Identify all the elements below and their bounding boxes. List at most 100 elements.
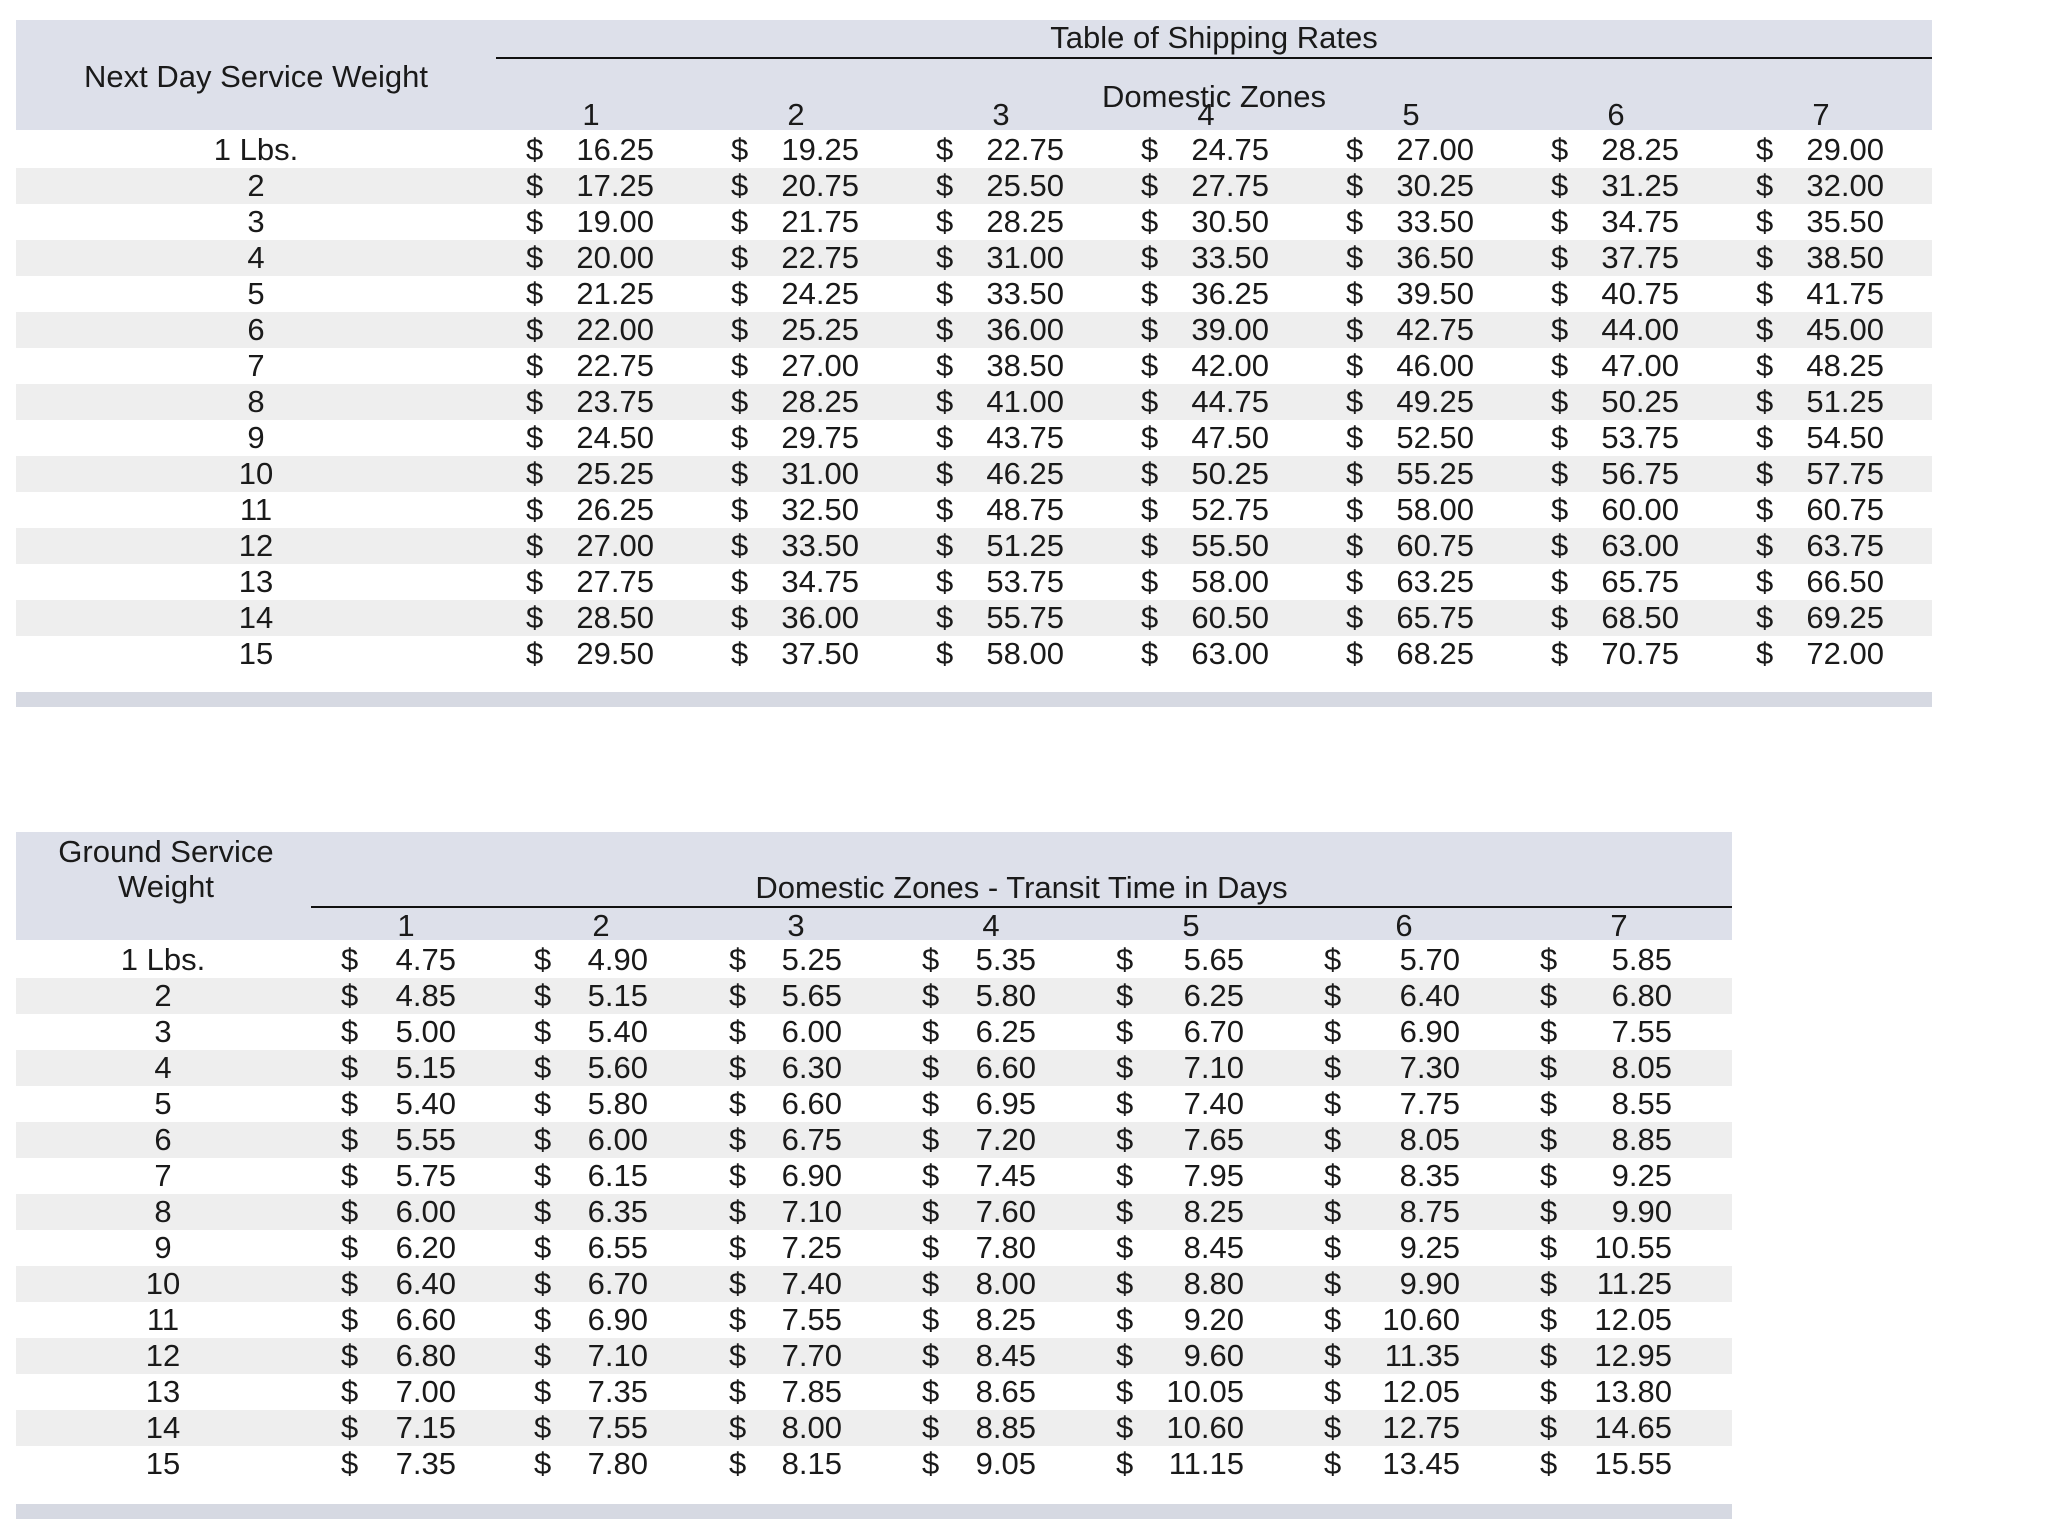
zone-header-1: 1 xyxy=(531,97,651,133)
rate-cell: 6.70 xyxy=(508,1266,648,1302)
rate-cell: 25.25 xyxy=(719,312,859,348)
rate-cell: 49.25 xyxy=(1334,384,1474,420)
rate-cell: 5.25 xyxy=(702,942,842,978)
rate-cell: 5.40 xyxy=(508,1014,648,1050)
weight-cell: 11 xyxy=(63,1302,263,1338)
rate-cell: 11.35 xyxy=(1320,1338,1460,1374)
zone-header-5: 5 xyxy=(1131,908,1251,944)
rate-cell: 6.40 xyxy=(1320,978,1460,1014)
zone-header-3: 3 xyxy=(941,97,1061,133)
rate-cell: 6.00 xyxy=(508,1122,648,1158)
rate-cell: 8.00 xyxy=(702,1410,842,1446)
rate-cell: 9.60 xyxy=(1104,1338,1244,1374)
zone-header-4: 4 xyxy=(1146,97,1266,133)
rate-cell: 8.55 xyxy=(1532,1086,1672,1122)
rate-cell: 5.00 xyxy=(316,1014,456,1050)
rate-cell: 20.00 xyxy=(514,240,654,276)
table-footer-bar xyxy=(16,1504,1732,1519)
rate-cell: 6.25 xyxy=(896,1014,1036,1050)
rate-cell: 34.75 xyxy=(719,564,859,600)
rate-cell: 7.80 xyxy=(896,1230,1036,1266)
weight-cell: 2 xyxy=(63,978,263,1014)
rate-cell: 12.95 xyxy=(1532,1338,1672,1374)
rate-cell: 55.75 xyxy=(924,600,1064,636)
ground-rates-table: Ground Service Weight Domestic Zones - T… xyxy=(16,832,1732,1522)
rate-cell: 8.05 xyxy=(1320,1122,1460,1158)
weight-cell: 8 xyxy=(156,384,356,420)
rate-cell: 28.50 xyxy=(514,600,654,636)
rate-cell: 55.50 xyxy=(1129,528,1269,564)
rate-cell: 7.55 xyxy=(702,1302,842,1338)
rate-cell: 9.25 xyxy=(1532,1158,1672,1194)
rate-cell: 4.90 xyxy=(508,942,648,978)
rate-cell: 65.75 xyxy=(1334,600,1474,636)
zone-header-2: 2 xyxy=(736,97,856,133)
zones-header: Domestic Zones - Transit Time in Days xyxy=(311,870,1732,906)
rate-cell: 9.20 xyxy=(1104,1302,1244,1338)
rate-cell: 5.15 xyxy=(508,978,648,1014)
rate-cell: 41.00 xyxy=(924,384,1064,420)
rate-cell: 6.90 xyxy=(702,1158,842,1194)
rate-cell: 58.00 xyxy=(1334,492,1474,528)
rate-cell: 43.75 xyxy=(924,420,1064,456)
rate-cell: 19.00 xyxy=(514,204,654,240)
rate-cell: 54.50 xyxy=(1744,420,1884,456)
rate-cell: 36.00 xyxy=(719,600,859,636)
rate-cell: 47.50 xyxy=(1129,420,1269,456)
weight-cell: 12 xyxy=(156,528,356,564)
rate-cell: 24.50 xyxy=(514,420,654,456)
rate-cell: 68.50 xyxy=(1539,600,1679,636)
rate-cell: 39.50 xyxy=(1334,276,1474,312)
zone-header-5: 5 xyxy=(1351,97,1471,133)
weight-cell: 11 xyxy=(156,492,356,528)
rate-cell: 7.35 xyxy=(508,1374,648,1410)
weight-column-header-line2: Weight xyxy=(16,869,316,905)
rate-cell: 8.80 xyxy=(1104,1266,1244,1302)
weight-cell: 14 xyxy=(63,1410,263,1446)
rate-cell: 16.25 xyxy=(514,132,654,168)
rate-cell: 28.25 xyxy=(924,204,1064,240)
rate-cell: 8.45 xyxy=(896,1338,1036,1374)
rate-cell: 20.75 xyxy=(719,168,859,204)
rate-cell: 14.65 xyxy=(1532,1410,1672,1446)
table-title: Table of Shipping Rates xyxy=(496,20,1932,56)
rate-cell: 26.25 xyxy=(514,492,654,528)
rate-cell: 7.65 xyxy=(1104,1122,1244,1158)
rate-cell: 46.25 xyxy=(924,456,1064,492)
rate-cell: 58.00 xyxy=(1129,564,1269,600)
weight-cell: 14 xyxy=(156,600,356,636)
rate-cell: 6.60 xyxy=(896,1050,1036,1086)
weight-cell: 3 xyxy=(63,1014,263,1050)
weight-cell: 9 xyxy=(63,1230,263,1266)
rate-cell: 22.75 xyxy=(924,132,1064,168)
title-divider xyxy=(496,57,1932,59)
rate-cell: 8.35 xyxy=(1320,1158,1460,1194)
rate-cell: 30.50 xyxy=(1129,204,1269,240)
rate-cell: 11.15 xyxy=(1104,1446,1244,1482)
rate-cell: 7.00 xyxy=(316,1374,456,1410)
rate-cell: 28.25 xyxy=(719,384,859,420)
rate-cell: 7.55 xyxy=(508,1410,648,1446)
rate-cell: 53.75 xyxy=(924,564,1064,600)
rate-cell: 29.00 xyxy=(1744,132,1884,168)
rate-cell: 7.25 xyxy=(702,1230,842,1266)
rate-cell: 8.25 xyxy=(1104,1194,1244,1230)
rate-cell: 36.00 xyxy=(924,312,1064,348)
rate-cell: 12.05 xyxy=(1532,1302,1672,1338)
weight-cell: 7 xyxy=(156,348,356,384)
rate-cell: 5.65 xyxy=(702,978,842,1014)
zone-header-7: 7 xyxy=(1761,97,1881,133)
weight-cell: 5 xyxy=(156,276,356,312)
rate-cell: 10.60 xyxy=(1104,1410,1244,1446)
rate-cell: 27.00 xyxy=(719,348,859,384)
rate-cell: 60.50 xyxy=(1129,600,1269,636)
weight-cell: 4 xyxy=(63,1050,263,1086)
rate-cell: 40.75 xyxy=(1539,276,1679,312)
rate-cell: 60.75 xyxy=(1744,492,1884,528)
zone-header-2: 2 xyxy=(541,908,661,944)
rate-cell: 6.40 xyxy=(316,1266,456,1302)
rate-cell: 51.25 xyxy=(1744,384,1884,420)
rate-cell: 35.50 xyxy=(1744,204,1884,240)
rate-cell: 6.55 xyxy=(508,1230,648,1266)
rate-cell: 58.00 xyxy=(924,636,1064,672)
